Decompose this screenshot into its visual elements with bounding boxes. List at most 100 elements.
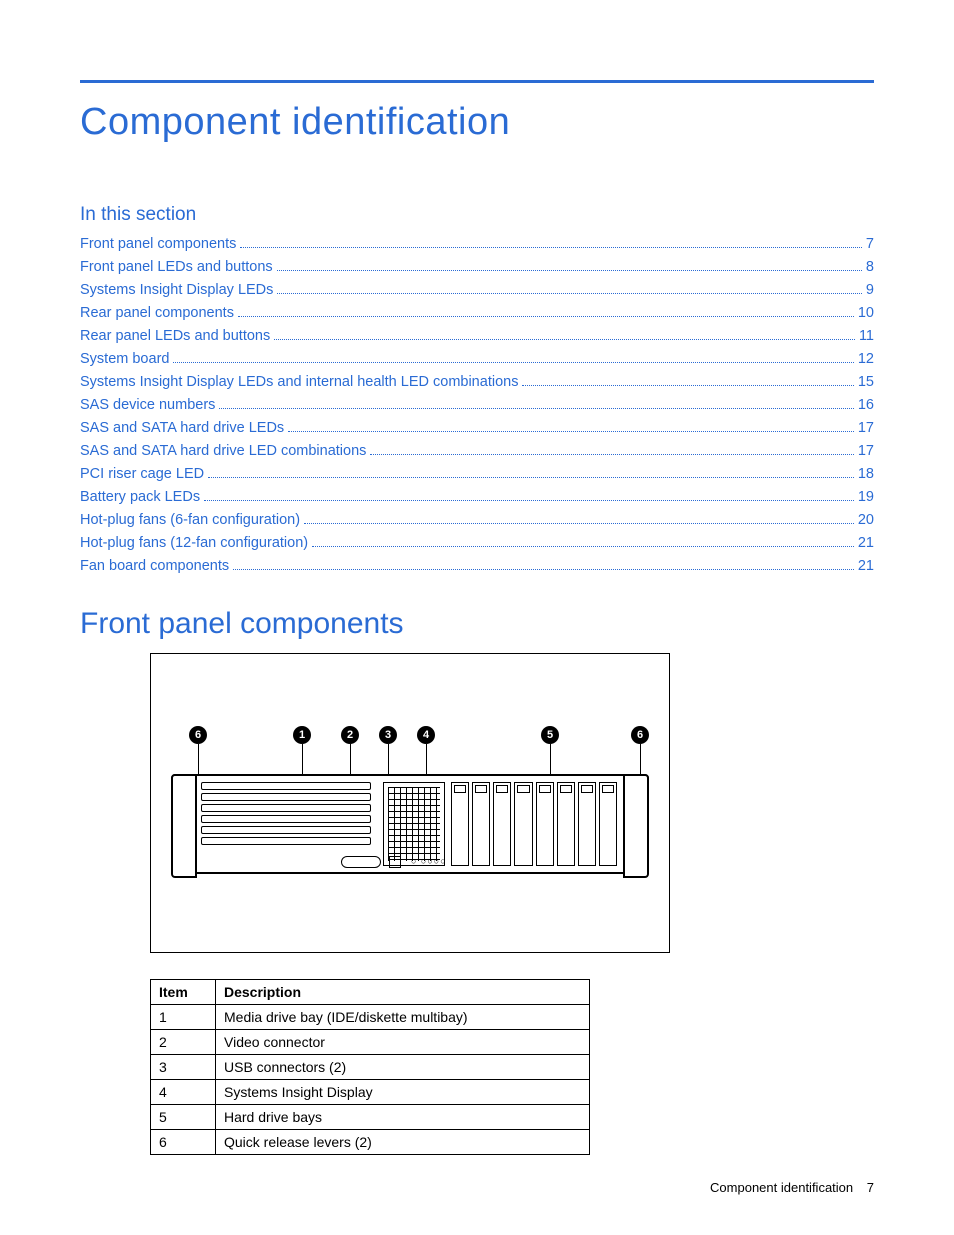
toc-entry[interactable]: Front panel LEDs and buttons 8 [80, 257, 874, 278]
toc-entry[interactable]: Systems Insight Display LEDs and interna… [80, 372, 874, 393]
callout-leader-line [350, 744, 351, 774]
callout-marker: 4 [417, 726, 435, 744]
toc-entry-label: SAS and SATA hard drive LED combinations [80, 441, 366, 462]
toc-entry-label: Hot-plug fans (12-fan configuration) [80, 533, 308, 554]
toc-entry-label: Battery pack LEDs [80, 487, 200, 508]
top-rule [80, 80, 874, 83]
callout-leader-line [302, 744, 303, 774]
callout-number: 4 [423, 729, 429, 741]
toc-entry-page: 10 [858, 303, 874, 324]
table-row: 3USB connectors (2) [151, 1055, 590, 1080]
toc-leader-dots [277, 270, 862, 271]
table-cell-item: 5 [151, 1105, 216, 1130]
toc-entry-page: 17 [858, 441, 874, 462]
toc-leader-dots [277, 293, 862, 294]
table-cell-description: Video connector [216, 1030, 590, 1055]
table-cell-description: Quick release levers (2) [216, 1130, 590, 1155]
toc-entry[interactable]: System board 12 [80, 349, 874, 370]
toc-entry-label: System board [80, 349, 169, 370]
table-row: 1Media drive bay (IDE/diskette multibay) [151, 1005, 590, 1030]
toc-heading: In this section [80, 204, 874, 226]
toc-leader-dots [274, 339, 855, 340]
page-title: Component identification [80, 101, 874, 144]
toc-entry-page: 17 [858, 418, 874, 439]
toc-entry-label: Rear panel components [80, 303, 234, 324]
toc-leader-dots [304, 523, 854, 524]
toc-entry-label: Systems Insight Display LEDs [80, 280, 273, 301]
front-panel-diagram: 6 1 2 3 4 5 6 ○ ○○○○ [150, 653, 670, 953]
callout-number: 6 [195, 729, 201, 741]
callout-leader-line [550, 744, 551, 774]
toc-entry-page: 18 [858, 464, 874, 485]
port-dots: ○ ○○○○ [411, 856, 447, 866]
toc-entry[interactable]: Front panel components7 [80, 234, 874, 255]
toc-entry[interactable]: SAS and SATA hard drive LEDs17 [80, 418, 874, 439]
subsection-title: Front panel components [80, 607, 874, 641]
toc-entry[interactable]: SAS device numbers 16 [80, 395, 874, 416]
toc-leader-dots [219, 408, 853, 409]
toc-entry-page: 7 [866, 234, 874, 255]
toc-entry-page: 15 [858, 372, 874, 393]
toc-entry-page: 21 [858, 533, 874, 554]
toc-entry-page: 12 [858, 349, 874, 370]
toc-leader-dots [312, 546, 854, 547]
toc-entry-label: Front panel LEDs and buttons [80, 257, 273, 278]
document-page: Component identification In this section… [0, 0, 954, 1235]
toc-leader-dots [233, 569, 854, 570]
table-cell-description: Media drive bay (IDE/diskette multibay) [216, 1005, 590, 1030]
toc-leader-dots [240, 247, 862, 248]
toc-entry-page: 21 [858, 556, 874, 577]
callout-marker: 1 [293, 726, 311, 744]
toc-entry-label: SAS device numbers [80, 395, 215, 416]
toc-leader-dots [370, 454, 853, 455]
table-row: 5Hard drive bays [151, 1105, 590, 1130]
toc-entry[interactable]: Systems Insight Display LEDs9 [80, 280, 874, 301]
table-cell-item: 4 [151, 1080, 216, 1105]
toc-entry[interactable]: Rear panel components 10 [80, 303, 874, 324]
toc-entry-page: 16 [858, 395, 874, 416]
callout-number: 3 [385, 729, 391, 741]
table-header-description: Description [216, 980, 590, 1005]
toc-leader-dots [173, 362, 853, 363]
toc-entry[interactable]: Battery pack LEDs19 [80, 487, 874, 508]
callout-number: 6 [637, 729, 643, 741]
toc-entry-label: Systems Insight Display LEDs and interna… [80, 372, 518, 393]
component-table: Item Description 1Media drive bay (IDE/d… [150, 979, 590, 1155]
table-row: 4Systems Insight Display [151, 1080, 590, 1105]
toc-entry[interactable]: Rear panel LEDs and buttons 11 [80, 326, 874, 347]
table-cell-item: 6 [151, 1130, 216, 1155]
callout-marker: 3 [379, 726, 397, 744]
callout-marker: 5 [541, 726, 559, 744]
toc-entry[interactable]: Hot-plug fans (12-fan configuration) 21 [80, 533, 874, 554]
table-row: 6Quick release levers (2) [151, 1130, 590, 1155]
video-usb-ports [389, 856, 401, 868]
hard-drive-bays [451, 782, 617, 866]
callout-leader-line [640, 744, 641, 774]
toc-entry-label: Fan board components [80, 556, 229, 577]
toc-entry-label: Rear panel LEDs and buttons [80, 326, 270, 347]
toc-entry-page: 8 [866, 257, 874, 278]
toc-entry-label: Hot-plug fans (6-fan configuration) [80, 510, 300, 531]
callout-number: 5 [547, 729, 553, 741]
callout-number: 1 [299, 729, 305, 741]
media-drive-bay [341, 856, 381, 868]
quick-release-lever-left [171, 774, 197, 878]
vent-grille [201, 782, 371, 852]
callout-number: 2 [347, 729, 353, 741]
callout-leader-line [198, 744, 199, 774]
toc-entry[interactable]: Hot-plug fans (6-fan configuration) 20 [80, 510, 874, 531]
table-cell-description: Hard drive bays [216, 1105, 590, 1130]
table-cell-item: 3 [151, 1055, 216, 1080]
toc-entry-label: PCI riser cage LED [80, 464, 204, 485]
table-header-item: Item [151, 980, 216, 1005]
toc-entry-page: 11 [859, 326, 874, 347]
toc-entry[interactable]: Fan board components 21 [80, 556, 874, 577]
toc-entry-page: 20 [858, 510, 874, 531]
toc-entry[interactable]: PCI riser cage LED 18 [80, 464, 874, 485]
quick-release-lever-right [623, 774, 649, 878]
callout-marker: 6 [631, 726, 649, 744]
table-cell-description: Systems Insight Display [216, 1080, 590, 1105]
table-cell-item: 2 [151, 1030, 216, 1055]
toc-entry[interactable]: SAS and SATA hard drive LED combinations… [80, 441, 874, 462]
footer-page-number: 7 [867, 1180, 874, 1195]
